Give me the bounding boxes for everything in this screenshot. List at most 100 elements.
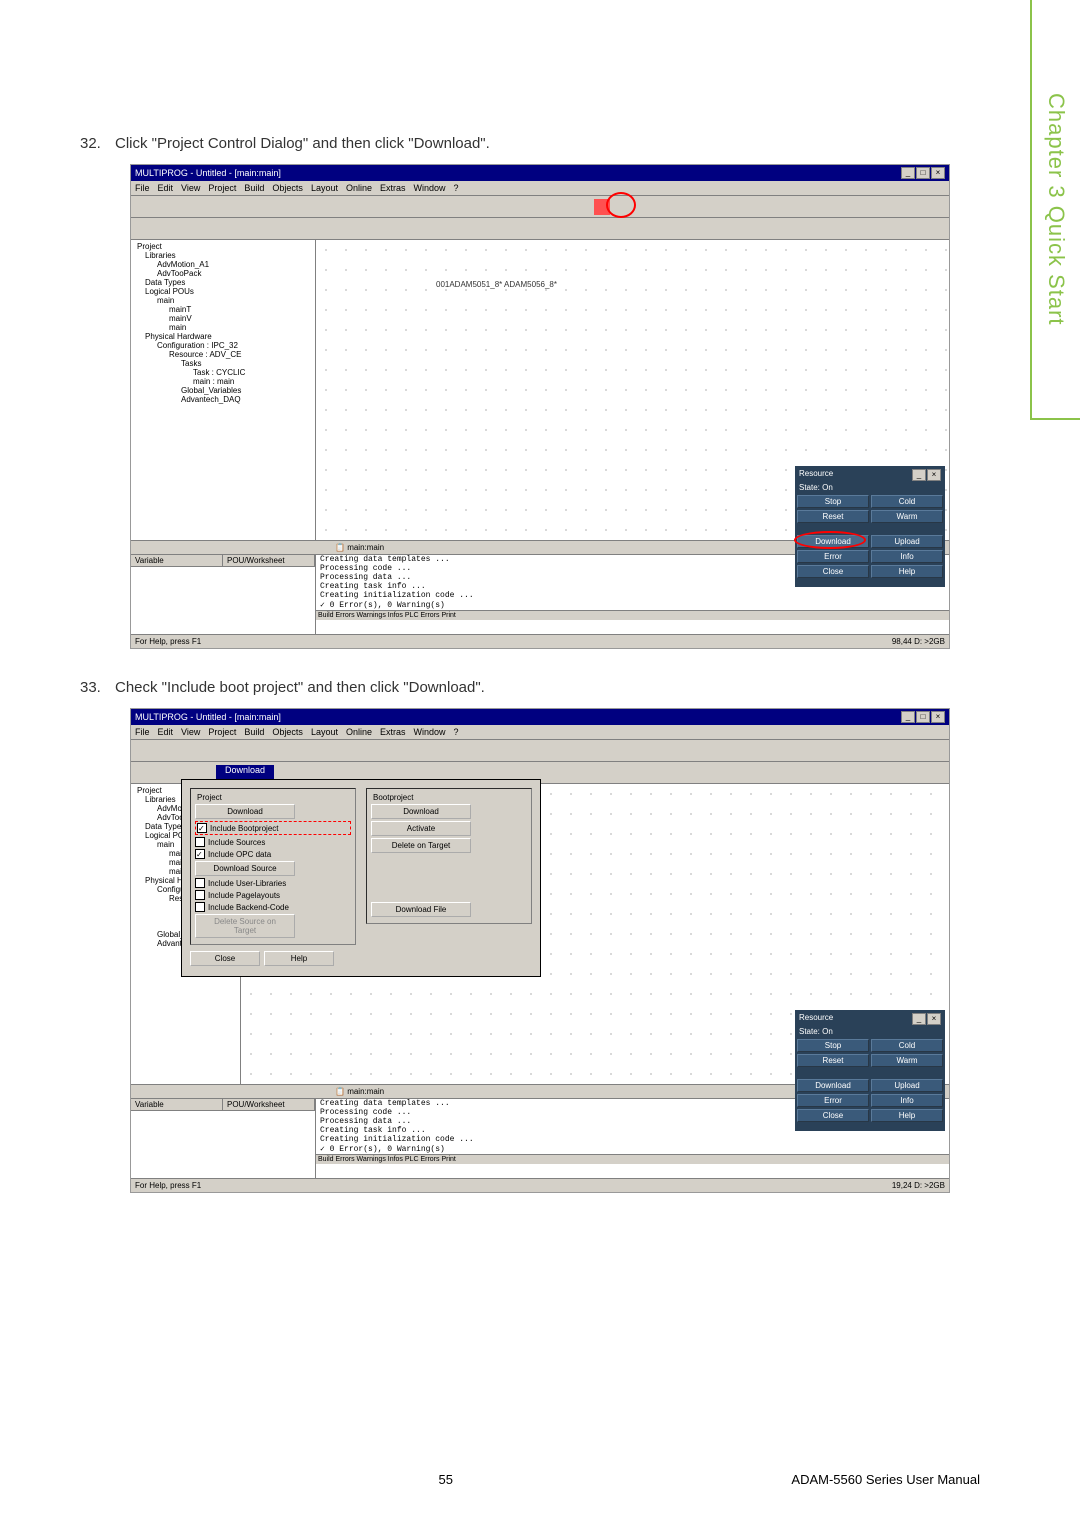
- cold-button[interactable]: Cold: [871, 495, 943, 508]
- toolbar-btn[interactable]: [152, 220, 170, 238]
- download-button[interactable]: Download: [797, 1079, 869, 1092]
- pou-col[interactable]: POU/Worksheet: [223, 555, 315, 566]
- menu-objects[interactable]: Objects: [272, 727, 303, 737]
- menu-window[interactable]: Window: [414, 727, 446, 737]
- menu-objects[interactable]: Objects: [272, 183, 303, 193]
- delete-on-target-button[interactable]: Delete on Target: [371, 838, 471, 853]
- menu-build[interactable]: Build: [244, 183, 264, 193]
- menu-edit[interactable]: Edit: [158, 183, 174, 193]
- tree-item[interactable]: Physical Hardware: [133, 332, 313, 341]
- toolbar-btn[interactable]: [366, 198, 384, 216]
- activate-button[interactable]: Activate: [371, 821, 471, 836]
- menu-project[interactable]: Project: [208, 727, 236, 737]
- maximize-icon[interactable]: □: [916, 711, 930, 723]
- toolbar-btn[interactable]: [152, 742, 170, 760]
- tree-item[interactable]: Configuration : IPC_32: [133, 341, 313, 350]
- menu-view[interactable]: View: [181, 183, 200, 193]
- toolbar-btn[interactable]: [190, 220, 208, 238]
- toolbar-btn[interactable]: [133, 742, 151, 760]
- menu-build[interactable]: Build: [244, 727, 264, 737]
- menu-help[interactable]: ?: [454, 727, 459, 737]
- menu-view[interactable]: View: [181, 727, 200, 737]
- toolbar-btn[interactable]: [196, 198, 214, 216]
- tree-item[interactable]: Project: [133, 242, 313, 251]
- menu-online[interactable]: Online: [346, 727, 372, 737]
- project-tree[interactable]: Project Libraries AdvMotion_A1 AdvTooPac…: [131, 240, 316, 540]
- pou-col[interactable]: POU/Worksheet: [223, 1099, 315, 1110]
- toolbar-btn[interactable]: [133, 220, 151, 238]
- include-sources-checkbox[interactable]: Include Sources: [195, 837, 351, 847]
- toolbar-btn[interactable]: [152, 764, 170, 782]
- info-button[interactable]: Info: [871, 1094, 943, 1107]
- close-icon[interactable]: ×: [927, 469, 941, 481]
- variable-col[interactable]: Variable: [131, 555, 223, 566]
- menu-online[interactable]: Online: [346, 183, 372, 193]
- close-icon[interactable]: ×: [931, 711, 945, 723]
- tree-item[interactable]: Advantech_DAQ: [133, 395, 313, 404]
- download-button[interactable]: Download: [195, 804, 295, 819]
- toolbar-btn[interactable]: [410, 198, 428, 216]
- menu-window[interactable]: Window: [414, 183, 446, 193]
- cold-button[interactable]: Cold: [871, 1039, 943, 1052]
- menu-project[interactable]: Project: [208, 183, 236, 193]
- menu-layout[interactable]: Layout: [311, 183, 338, 193]
- help-button[interactable]: Help: [264, 951, 334, 966]
- toolbar-btn[interactable]: [259, 198, 277, 216]
- toolbar-btn[interactable]: [568, 198, 586, 216]
- project-control-dialog-button[interactable]: [593, 198, 611, 216]
- close-icon[interactable]: ×: [931, 167, 945, 179]
- toolbar-btn[interactable]: [511, 198, 529, 216]
- toolbar-btn[interactable]: [234, 220, 252, 238]
- tree-item[interactable]: Resource : ADV_CE: [133, 350, 313, 359]
- menu-help[interactable]: ?: [454, 183, 459, 193]
- include-opc-checkbox[interactable]: Include OPC data: [195, 849, 351, 859]
- editor-canvas[interactable]: 001ADAM5051_8* ADAM5056_8* Resource _× S…: [316, 240, 949, 540]
- include-bootproject-checkbox[interactable]: Include Bootproject: [195, 821, 351, 835]
- tab-main[interactable]: main:main: [347, 1087, 384, 1096]
- tree-item[interactable]: Global_Variables: [133, 386, 313, 395]
- error-button[interactable]: Error: [797, 1094, 869, 1107]
- help-button[interactable]: Help: [871, 565, 943, 578]
- tree-item[interactable]: AdvMotion_A1: [133, 260, 313, 269]
- tree-item[interactable]: Libraries: [133, 251, 313, 260]
- download-source-button[interactable]: Download Source: [195, 861, 295, 876]
- menu-layout[interactable]: Layout: [311, 727, 338, 737]
- help-button[interactable]: Help: [871, 1109, 943, 1122]
- toolbar-btn[interactable]: [215, 198, 233, 216]
- toolbar-btn[interactable]: [303, 198, 321, 216]
- close-button[interactable]: Close: [190, 951, 260, 966]
- minimize-icon[interactable]: _: [901, 167, 915, 179]
- upload-button[interactable]: Upload: [871, 535, 943, 548]
- toolbar-btn[interactable]: [152, 198, 170, 216]
- toolbar-btn[interactable]: [322, 198, 340, 216]
- toolbar-btn[interactable]: [549, 198, 567, 216]
- include-pagelayouts-checkbox[interactable]: Include Pagelayouts: [195, 890, 351, 900]
- toolbar-btn[interactable]: [133, 764, 151, 782]
- toolbar-btn[interactable]: [253, 220, 271, 238]
- tree-item[interactable]: mainT: [133, 305, 313, 314]
- minimize-icon[interactable]: _: [912, 469, 926, 481]
- download-file-button[interactable]: Download File: [371, 902, 471, 917]
- tab-main[interactable]: main:main: [347, 543, 384, 552]
- output-tabs[interactable]: Build Errors Warnings Infos PLC Errors P…: [316, 1154, 949, 1164]
- menu-extras[interactable]: Extras: [380, 183, 406, 193]
- minimize-icon[interactable]: _: [912, 1013, 926, 1025]
- stop-button[interactable]: Stop: [797, 495, 869, 508]
- tree-item[interactable]: mainV: [133, 314, 313, 323]
- reset-button[interactable]: Reset: [797, 1054, 869, 1067]
- tree-item[interactable]: main: [133, 296, 313, 305]
- tree-item[interactable]: Logical POUs: [133, 287, 313, 296]
- toolbar-btn[interactable]: [391, 198, 409, 216]
- info-button[interactable]: Info: [871, 550, 943, 563]
- close-button[interactable]: Close: [797, 565, 869, 578]
- menu-file[interactable]: File: [135, 183, 150, 193]
- upload-button[interactable]: Upload: [871, 1079, 943, 1092]
- tree-item[interactable]: main : main: [133, 377, 313, 386]
- toolbar-btn[interactable]: [530, 198, 548, 216]
- tree-item[interactable]: main: [133, 323, 313, 332]
- toolbar-btn[interactable]: [486, 198, 504, 216]
- toolbar-btn[interactable]: [347, 198, 365, 216]
- close-button[interactable]: Close: [797, 1109, 869, 1122]
- warm-button[interactable]: Warm: [871, 1054, 943, 1067]
- download-boot-button[interactable]: Download: [371, 804, 471, 819]
